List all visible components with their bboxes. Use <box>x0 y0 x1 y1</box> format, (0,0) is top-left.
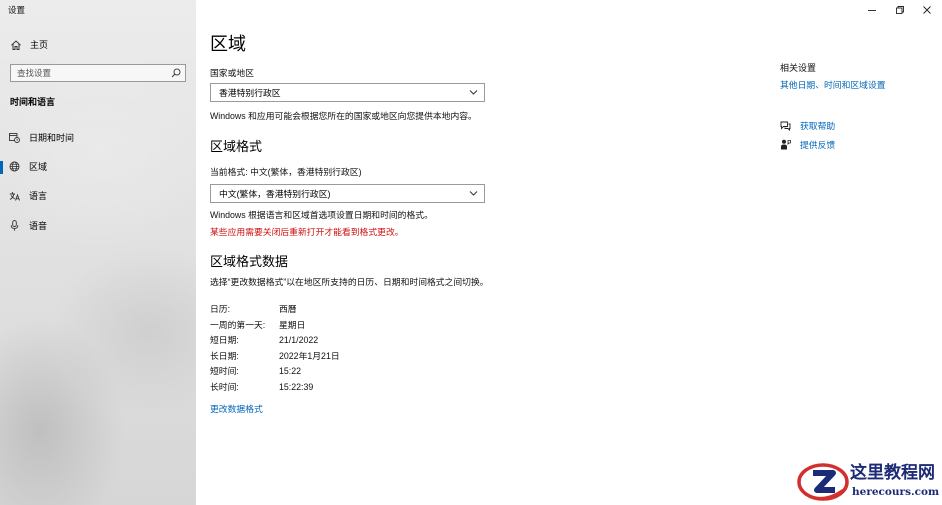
sidebar-item-label: 语音 <box>29 221 48 231</box>
minimize-icon <box>868 10 876 11</box>
format-dropdown[interactable]: 中文(繁体，香港特别行政区) <box>210 184 485 203</box>
restore-icon <box>896 6 904 14</box>
chevron-down-icon <box>469 191 478 196</box>
format-row-label: 长日期: <box>210 351 239 361</box>
sidebar-item-date-time[interactable]: 日期和时间 <box>0 127 196 149</box>
close-icon <box>923 6 931 14</box>
sidebar-item-speech[interactable]: 语音 <box>0 215 196 237</box>
data-note: 选择“更改数据格式”以在地区所支持的日历、日期和时间格式之间切换。 <box>210 277 489 287</box>
feedback-icon[interactable] <box>780 139 791 150</box>
chat-help-icon[interactable] <box>780 120 791 131</box>
format-row-value: 西曆 <box>279 304 297 314</box>
get-help-link[interactable]: 获取帮助 <box>800 120 835 132</box>
sidebar-item-label: 区域 <box>29 162 48 172</box>
related-settings-title: 相关设置 <box>780 63 817 73</box>
format-warning: 某些应用需要关闭后重新打开才能看到格式更改。 <box>210 227 404 237</box>
globe-icon <box>9 161 20 172</box>
format-row-value: 星期日 <box>279 320 306 330</box>
format-row-label: 短日期: <box>210 335 239 345</box>
format-row-value: 15:22:39 <box>279 382 314 392</box>
close-button[interactable] <box>914 2 940 18</box>
calendar-clock-icon <box>9 133 20 143</box>
current-format-label: 当前格式: 中文(繁体，香港特别行政区) <box>210 167 362 177</box>
sidebar-item-language[interactable]: 语言 <box>0 185 196 207</box>
give-feedback-link[interactable]: 提供反馈 <box>800 139 835 151</box>
format-row-label: 日历: <box>210 304 231 314</box>
sidebar-item-region[interactable]: 区域 <box>0 156 196 178</box>
page-title: 区域 <box>210 34 246 54</box>
country-note: Windows 和应用可能会根据您所在的国家或地区向您提供本地内容。 <box>210 111 477 121</box>
sidebar-item-label: 日期和时间 <box>29 133 75 143</box>
selected-indicator <box>0 161 3 174</box>
format-row-value: 15:22 <box>279 366 302 376</box>
additional-settings-link[interactable]: 其他日期、时间和区域设置 <box>780 79 886 91</box>
country-value: 香港特别行政区 <box>219 88 281 98</box>
country-dropdown[interactable]: 香港特别行政区 <box>210 83 485 102</box>
watermark-url: herecours.com <box>852 486 940 498</box>
watermark-logo <box>797 463 849 501</box>
home-link[interactable]: 主页 <box>30 39 48 51</box>
search-box[interactable] <box>10 64 186 82</box>
language-icon <box>9 192 20 201</box>
format-row-label: 一周的第一天: <box>210 320 266 330</box>
format-row-value: 21/1/2022 <box>279 335 319 345</box>
format-row-label: 短时间: <box>210 366 239 376</box>
format-heading: 区域格式 <box>210 139 263 154</box>
format-row-label: 长时间: <box>210 382 239 392</box>
country-label: 国家或地区 <box>210 68 254 78</box>
sidebar: 设置 主页 时间和语言 日期和时间 区域 <box>0 0 196 505</box>
sidebar-item-label: 语言 <box>29 191 48 201</box>
format-value: 中文(繁体，香港特别行政区) <box>219 189 331 199</box>
search-icon[interactable] <box>171 68 181 78</box>
section-title: 时间和语言 <box>10 97 56 107</box>
format-row-value: 2022年1月21日 <box>279 351 340 361</box>
microphone-icon <box>10 220 19 231</box>
watermark-title: 这里教程网 <box>850 463 935 483</box>
app-title: 设置 <box>8 5 26 15</box>
data-heading: 区域格式数据 <box>210 254 289 269</box>
restore-button[interactable] <box>887 2 913 18</box>
chevron-down-icon <box>469 90 478 95</box>
home-icon[interactable] <box>10 39 22 51</box>
change-data-format-link[interactable]: 更改数据格式 <box>210 403 263 415</box>
format-note: Windows 根据语言和区域首选项设置日期和时间的格式。 <box>210 210 433 220</box>
minimize-button[interactable] <box>859 2 885 18</box>
search-input[interactable] <box>11 65 161 81</box>
